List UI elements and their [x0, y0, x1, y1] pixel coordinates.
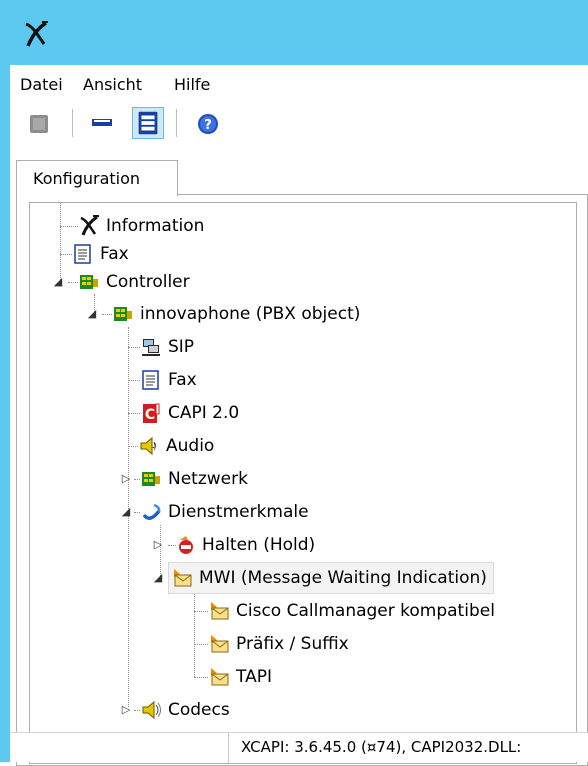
expand-arrow-icon[interactable]: ▷	[152, 539, 164, 551]
main-window: Datei Ansicht Hilfe ? Konfiguration Info…	[10, 65, 588, 766]
configuration-tree: Information Fax ◢ Controller ◢ innovapho…	[29, 202, 577, 764]
collapse-arrow-icon[interactable]: ◢	[152, 572, 164, 584]
svg-text:♪: ♪	[152, 442, 156, 450]
menu-datei[interactable]: Datei	[20, 75, 63, 94]
tree-label: SIP	[168, 337, 195, 357]
help-icon[interactable]: ?	[192, 107, 224, 139]
tree-label: CAPI 2.0	[168, 403, 240, 423]
menu-ansicht[interactable]: Ansicht	[83, 75, 142, 94]
tree-item-controller[interactable]: Controller	[78, 267, 190, 297]
speaker-icon	[142, 700, 161, 720]
tree-label: Fax	[100, 244, 129, 264]
tree-label: Fax	[168, 370, 197, 390]
features-swoosh-icon	[142, 503, 161, 520]
tree-item-dienstmerkmale[interactable]: Dienstmerkmale	[140, 497, 309, 527]
fax-document-icon	[74, 244, 91, 264]
message-envelope-icon	[211, 602, 229, 620]
hold-icon	[179, 536, 193, 554]
list-view-icon[interactable]	[86, 107, 118, 139]
tree-item-fax[interactable]: Fax	[140, 365, 197, 395]
tree-label: MWI (Message Waiting Indication)	[199, 568, 487, 588]
svg-text:?: ?	[204, 118, 212, 133]
tree-view-icon[interactable]	[132, 107, 164, 139]
tab-strip: Konfiguration	[16, 160, 588, 196]
collapse-arrow-icon[interactable]: ◢	[52, 276, 64, 288]
tree-label: Dienstmerkmale	[168, 502, 309, 522]
configuration-panel: Information Fax ◢ Controller ◢ innovapho…	[16, 194, 588, 766]
tree-label: TAPI	[236, 667, 272, 687]
tab-konfiguration[interactable]: Konfiguration	[16, 160, 178, 196]
expand-arrow-icon[interactable]: ▷	[120, 704, 132, 716]
tree-label: Controller	[106, 272, 190, 292]
message-envelope-icon	[174, 569, 192, 587]
tree-label: Audio	[166, 436, 215, 456]
tree-item-capi[interactable]: C CAPI 2.0	[140, 398, 239, 428]
controller-card-icon	[80, 275, 98, 289]
tree-item-sip[interactable]: SIP	[140, 332, 194, 362]
xcapi-logo-icon	[80, 215, 99, 236]
tree-label: Präfix / Suffix	[236, 634, 349, 654]
network-card-icon	[142, 472, 160, 486]
tree-label: innovaphone (PBX object)	[140, 304, 361, 324]
collapse-arrow-icon[interactable]: ◢	[120, 506, 132, 518]
xcapi-logo-icon	[25, 21, 48, 47]
tree-label: Information	[106, 216, 205, 236]
svg-text:C: C	[145, 407, 155, 423]
toolbar-separator	[176, 109, 177, 137]
toolbar: ?	[10, 103, 588, 143]
controller-card-icon	[114, 307, 132, 321]
tree-item-tapi[interactable]: TAPI	[208, 662, 272, 692]
message-envelope-icon	[211, 635, 229, 653]
expand-arrow-icon[interactable]: ▷	[120, 473, 132, 485]
message-envelope-icon	[211, 668, 229, 686]
title-bar	[0, 0, 588, 65]
tree-item-halten[interactable]: Halten (Hold)	[174, 530, 315, 560]
tree-item-fax-root[interactable]: Fax	[72, 239, 129, 269]
capi-icon: C	[143, 403, 160, 423]
tree-item-codecs[interactable]: Codecs	[140, 695, 230, 725]
disabled-device-icon[interactable]	[24, 107, 56, 139]
fax-document-icon	[142, 370, 159, 390]
tree-item-netzwerk[interactable]: Netzwerk	[140, 464, 248, 494]
status-bar: XCAPI: 3.6.45.0 (¤74), CAPI2032.DLL:	[10, 732, 588, 763]
tree-label: Codecs	[168, 700, 230, 720]
tree-label: Halten (Hold)	[202, 535, 316, 555]
menu-hilfe[interactable]: Hilfe	[174, 75, 210, 94]
status-version-text: XCAPI: 3.6.45.0 (¤74), CAPI2032.DLL:	[228, 733, 521, 763]
tree-item-audio[interactable]: ♪ Audio	[138, 431, 214, 461]
tree-label: Netzwerk	[168, 469, 248, 489]
window-frame-left	[0, 65, 10, 762]
tree-item-praefix[interactable]: Präfix / Suffix	[208, 629, 349, 659]
collapse-arrow-icon[interactable]: ◢	[86, 308, 98, 320]
tree-item-innovaphone[interactable]: innovaphone (PBX object)	[112, 299, 360, 329]
tree-item-cisco[interactable]: Cisco Callmanager kompatibel	[208, 596, 495, 626]
toolbar-separator	[72, 109, 73, 137]
tree-label: Cisco Callmanager kompatibel	[236, 601, 495, 621]
tree-item-mwi[interactable]: MWI (Message Waiting Indication)	[168, 562, 494, 594]
speaker-icon: ♪	[140, 436, 156, 456]
tree-item-information[interactable]: Information	[78, 211, 204, 241]
network-computer-icon	[142, 339, 160, 356]
